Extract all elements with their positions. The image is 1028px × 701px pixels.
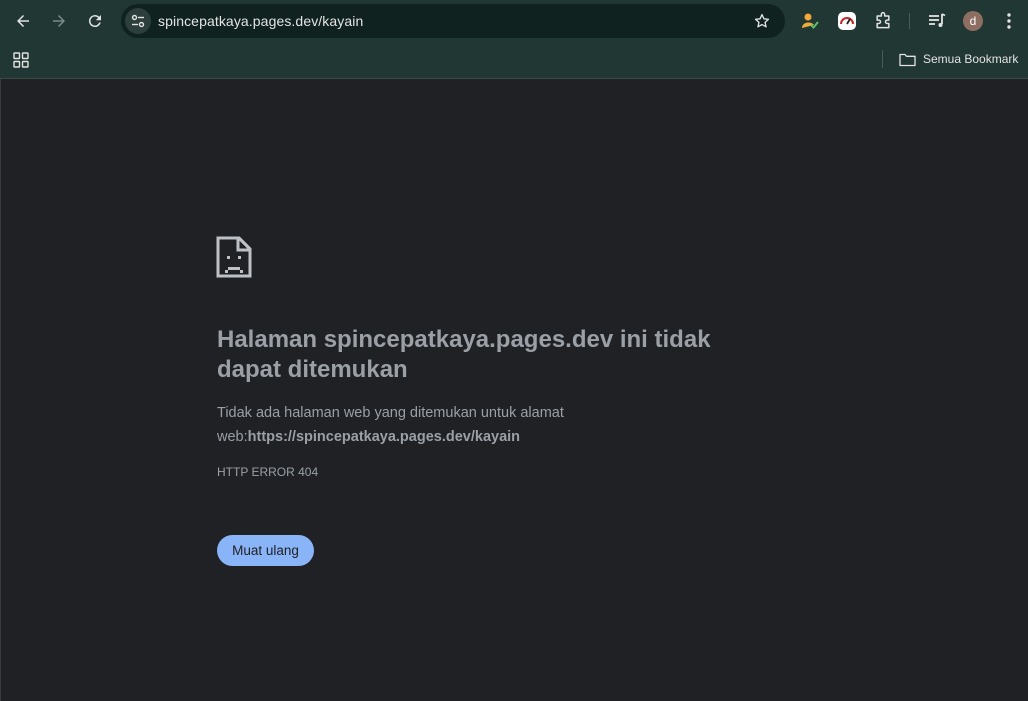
error-description: Tidak ada halaman web yang ditemukan unt… bbox=[217, 401, 647, 449]
error-url: https://spincepatkaya.pages.dev/kayain bbox=[247, 429, 521, 445]
reload-button[interactable] bbox=[81, 7, 109, 35]
forward-icon bbox=[53, 15, 65, 27]
bookmarks-bar: Semua Bookmark bbox=[0, 42, 1028, 78]
toolbar-divider bbox=[909, 13, 910, 29]
back-icon bbox=[17, 15, 29, 27]
performance-button[interactable] bbox=[837, 11, 857, 31]
all-bookmarks-folder[interactable]: Semua Bookmark bbox=[899, 50, 1018, 68]
url-text[interactable]: spincepatkaya.pages.dev/kayain bbox=[158, 13, 363, 29]
forward-button[interactable] bbox=[45, 7, 73, 35]
sad-page-icon bbox=[216, 236, 252, 278]
media-queue-button[interactable] bbox=[927, 11, 947, 31]
bookmark-star-icon[interactable] bbox=[753, 12, 771, 30]
performance-icon bbox=[838, 12, 856, 30]
apps-grid-icon[interactable] bbox=[13, 52, 29, 68]
back-button[interactable] bbox=[9, 7, 37, 35]
menu-icon bbox=[1007, 13, 1011, 29]
bookmarks-divider bbox=[882, 50, 883, 68]
error-code: HTTP ERROR 404 bbox=[217, 465, 319, 479]
folder-icon bbox=[899, 53, 916, 66]
address-bar[interactable]: spincepatkaya.pages.dev/kayain bbox=[121, 4, 785, 38]
error-title: Halaman spincepatkaya.pages.dev ini tida… bbox=[217, 326, 711, 383]
reload-icon bbox=[88, 15, 101, 28]
profile-avatar[interactable]: d bbox=[963, 11, 983, 31]
profile-sync-icon bbox=[802, 13, 819, 29]
page-content: Halaman spincepatkaya.pages.dev ini tida… bbox=[0, 79, 1028, 701]
browser-toolbar: spincepatkaya.pages.dev/kayain d bbox=[0, 0, 1028, 42]
media-queue-icon bbox=[929, 13, 946, 27]
reload-page-button[interactable]: Muat ulang bbox=[217, 535, 314, 566]
extensions-icon bbox=[876, 11, 890, 29]
profile-sync-button[interactable] bbox=[800, 11, 820, 31]
site-info-icon bbox=[131, 14, 145, 28]
browser-chrome: spincepatkaya.pages.dev/kayain d Semua B… bbox=[0, 0, 1028, 79]
menu-button[interactable] bbox=[999, 11, 1019, 31]
extensions-button[interactable] bbox=[873, 11, 893, 31]
site-info-button[interactable] bbox=[125, 8, 151, 34]
all-bookmarks-label: Semua Bookmark bbox=[923, 52, 1019, 66]
